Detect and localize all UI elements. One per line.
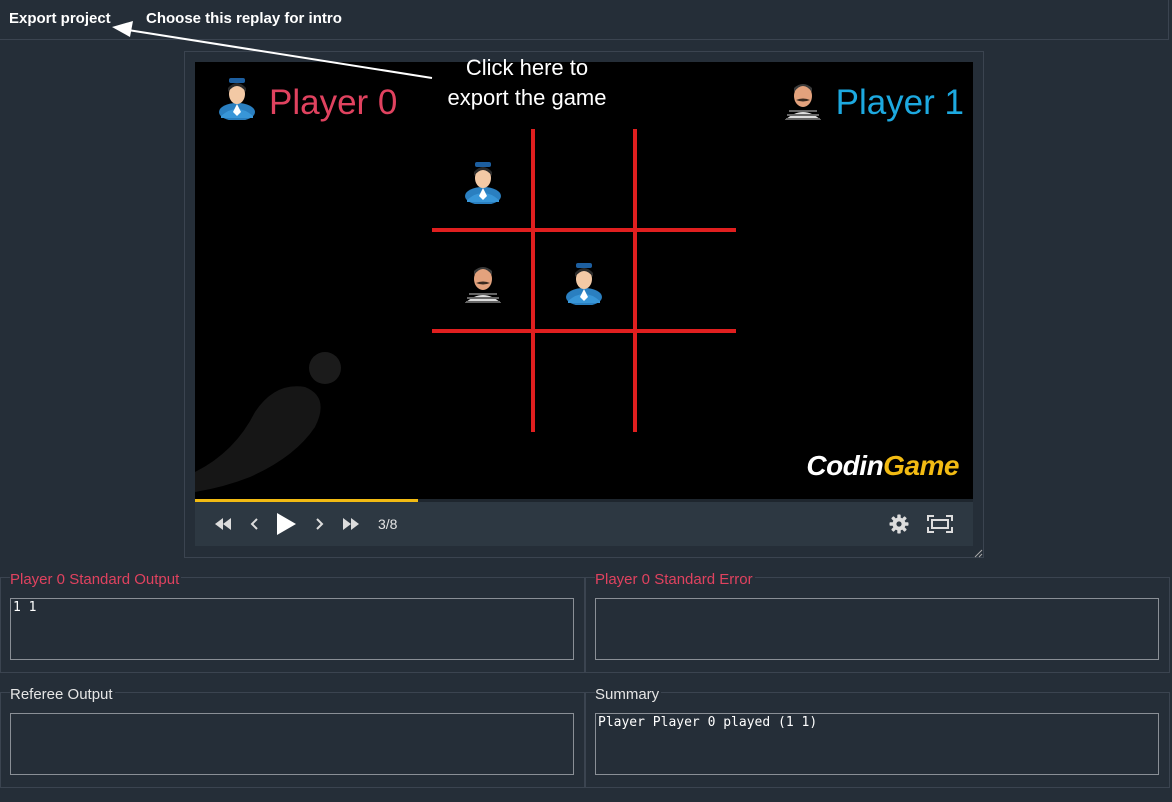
- play-icon: [277, 513, 296, 535]
- callout-line2: export the game: [447, 85, 607, 110]
- stderr-textarea[interactable]: [595, 598, 1159, 660]
- summary-textarea[interactable]: Player Player 0 played (1 1): [595, 713, 1159, 775]
- fast-rewind-button[interactable]: [212, 502, 234, 546]
- stderr-panel: Player 0 Standard Error: [585, 571, 1170, 673]
- stderr-title: Player 0 Standard Error: [595, 571, 755, 588]
- step-forward-icon: [316, 518, 324, 530]
- frame-counter: 3/8: [378, 516, 398, 532]
- referee-panel: Referee Output: [0, 686, 585, 788]
- stdout-title: Player 0 Standard Output: [10, 571, 182, 588]
- player1-piece: [464, 266, 501, 303]
- summary-panel: Summary Player Player 0 played (1 1): [585, 686, 1170, 788]
- settings-button[interactable]: [887, 502, 911, 546]
- step-forward-button[interactable]: [311, 502, 329, 546]
- export-project-button[interactable]: Export project: [9, 10, 111, 27]
- step-back-icon: [250, 518, 258, 530]
- choose-replay-for-intro-button[interactable]: Choose this replay for intro: [146, 10, 342, 27]
- play-button[interactable]: [273, 502, 299, 546]
- player0-piece: [464, 161, 501, 204]
- summary-title: Summary: [595, 686, 662, 703]
- export-callout: Click here to export the game: [430, 53, 624, 113]
- resize-handle-icon[interactable]: [973, 548, 983, 558]
- referee-textarea[interactable]: [10, 713, 574, 775]
- fast-forward-icon: [343, 518, 359, 530]
- stdout-panel: Player 0 Standard Output 1 1: [0, 571, 585, 673]
- codingame-logo: CodinGame: [806, 450, 959, 481]
- fast-forward-button[interactable]: [340, 502, 362, 546]
- game-viewer[interactable]: Player 0 Player 1 CodinGame: [195, 62, 973, 500]
- playback-controls: 3/8: [195, 502, 973, 546]
- step-back-button[interactable]: [245, 502, 263, 546]
- callout-line1: Click here to: [465, 55, 589, 80]
- stdout-textarea[interactable]: 1 1: [10, 598, 574, 660]
- fast-rewind-icon: [215, 518, 231, 530]
- player0-piece: [565, 262, 602, 305]
- referee-title: Referee Output: [10, 686, 115, 703]
- top-toolbar: Export project Choose this replay for in…: [0, 0, 1169, 40]
- gear-icon: [889, 514, 909, 534]
- fullscreen-icon: [927, 515, 953, 533]
- fullscreen-button[interactable]: [925, 502, 955, 546]
